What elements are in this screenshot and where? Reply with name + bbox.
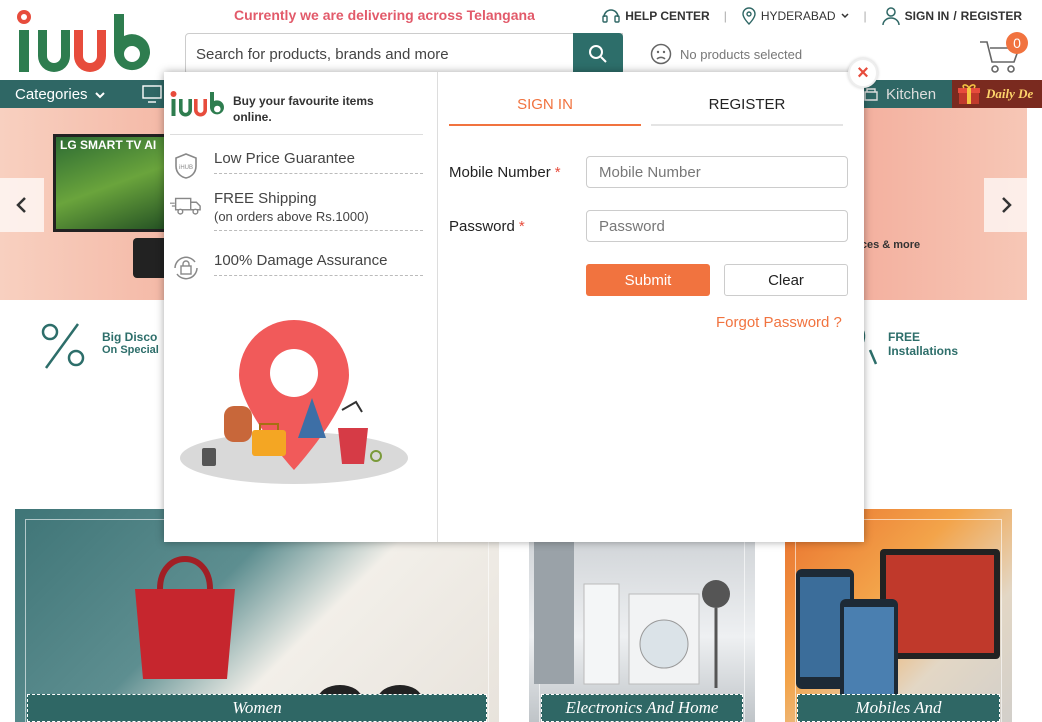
mobile-label-text: Mobile Number [449,163,551,181]
svg-text:iHUB: iHUB [179,165,193,171]
benefit-label: Low Price Guarantee [214,150,423,174]
login-modal: Buy your favourite items online. iHUB Lo… [164,72,864,542]
shopping-location-illustration [180,320,408,484]
mobile-number-input[interactable] [586,156,848,188]
modal-info-panel: Buy your favourite items online. iHUB Lo… [164,72,438,542]
form-buttons: Submit Clear [586,264,848,296]
required-mark: * [554,163,561,181]
modal-form-panel: SIGN IN REGISTER Mobile Number* Password… [438,72,864,542]
required-mark: * [518,217,525,235]
clear-button[interactable]: Clear [724,264,848,296]
benefit-label: 100% Damage Assurance [214,252,423,276]
benefit-damage-assurance: 100% Damage Assurance [170,252,423,284]
close-icon: × [857,61,869,84]
tab-register[interactable]: REGISTER [651,96,843,126]
mobile-row: Mobile Number * [449,156,849,188]
truck-icon [170,190,202,222]
benefit-label: FREE Shipping [214,190,317,207]
forgot-password-link[interactable]: Forgot Password ? [716,314,842,331]
mobile-label: Mobile Number * [449,164,586,181]
benefit-sublabel: (on orders above Rs.1000) [214,209,369,224]
shield-icon: iHUB [170,150,202,182]
benefit-text: FREE Shipping (on orders above Rs.1000) [214,190,423,231]
ihub-logo-small [170,91,224,117]
divider [170,134,423,135]
benefit-free-shipping: FREE Shipping (on orders above Rs.1000) [170,190,423,231]
modal-tagline: Buy your favourite items online. [233,94,374,124]
password-label: Password * [449,218,586,235]
password-row: Password * [449,210,849,242]
password-input[interactable] [586,210,848,242]
close-modal-button[interactable]: × [848,58,878,88]
password-label-text: Password [449,217,515,235]
submit-button[interactable]: Submit [586,264,710,296]
auth-tabs: SIGN IN REGISTER [449,96,843,126]
tab-sign-in[interactable]: SIGN IN [449,96,641,126]
benefit-low-price: iHUB Low Price Guarantee [170,150,423,182]
lock-refresh-icon [170,252,202,284]
